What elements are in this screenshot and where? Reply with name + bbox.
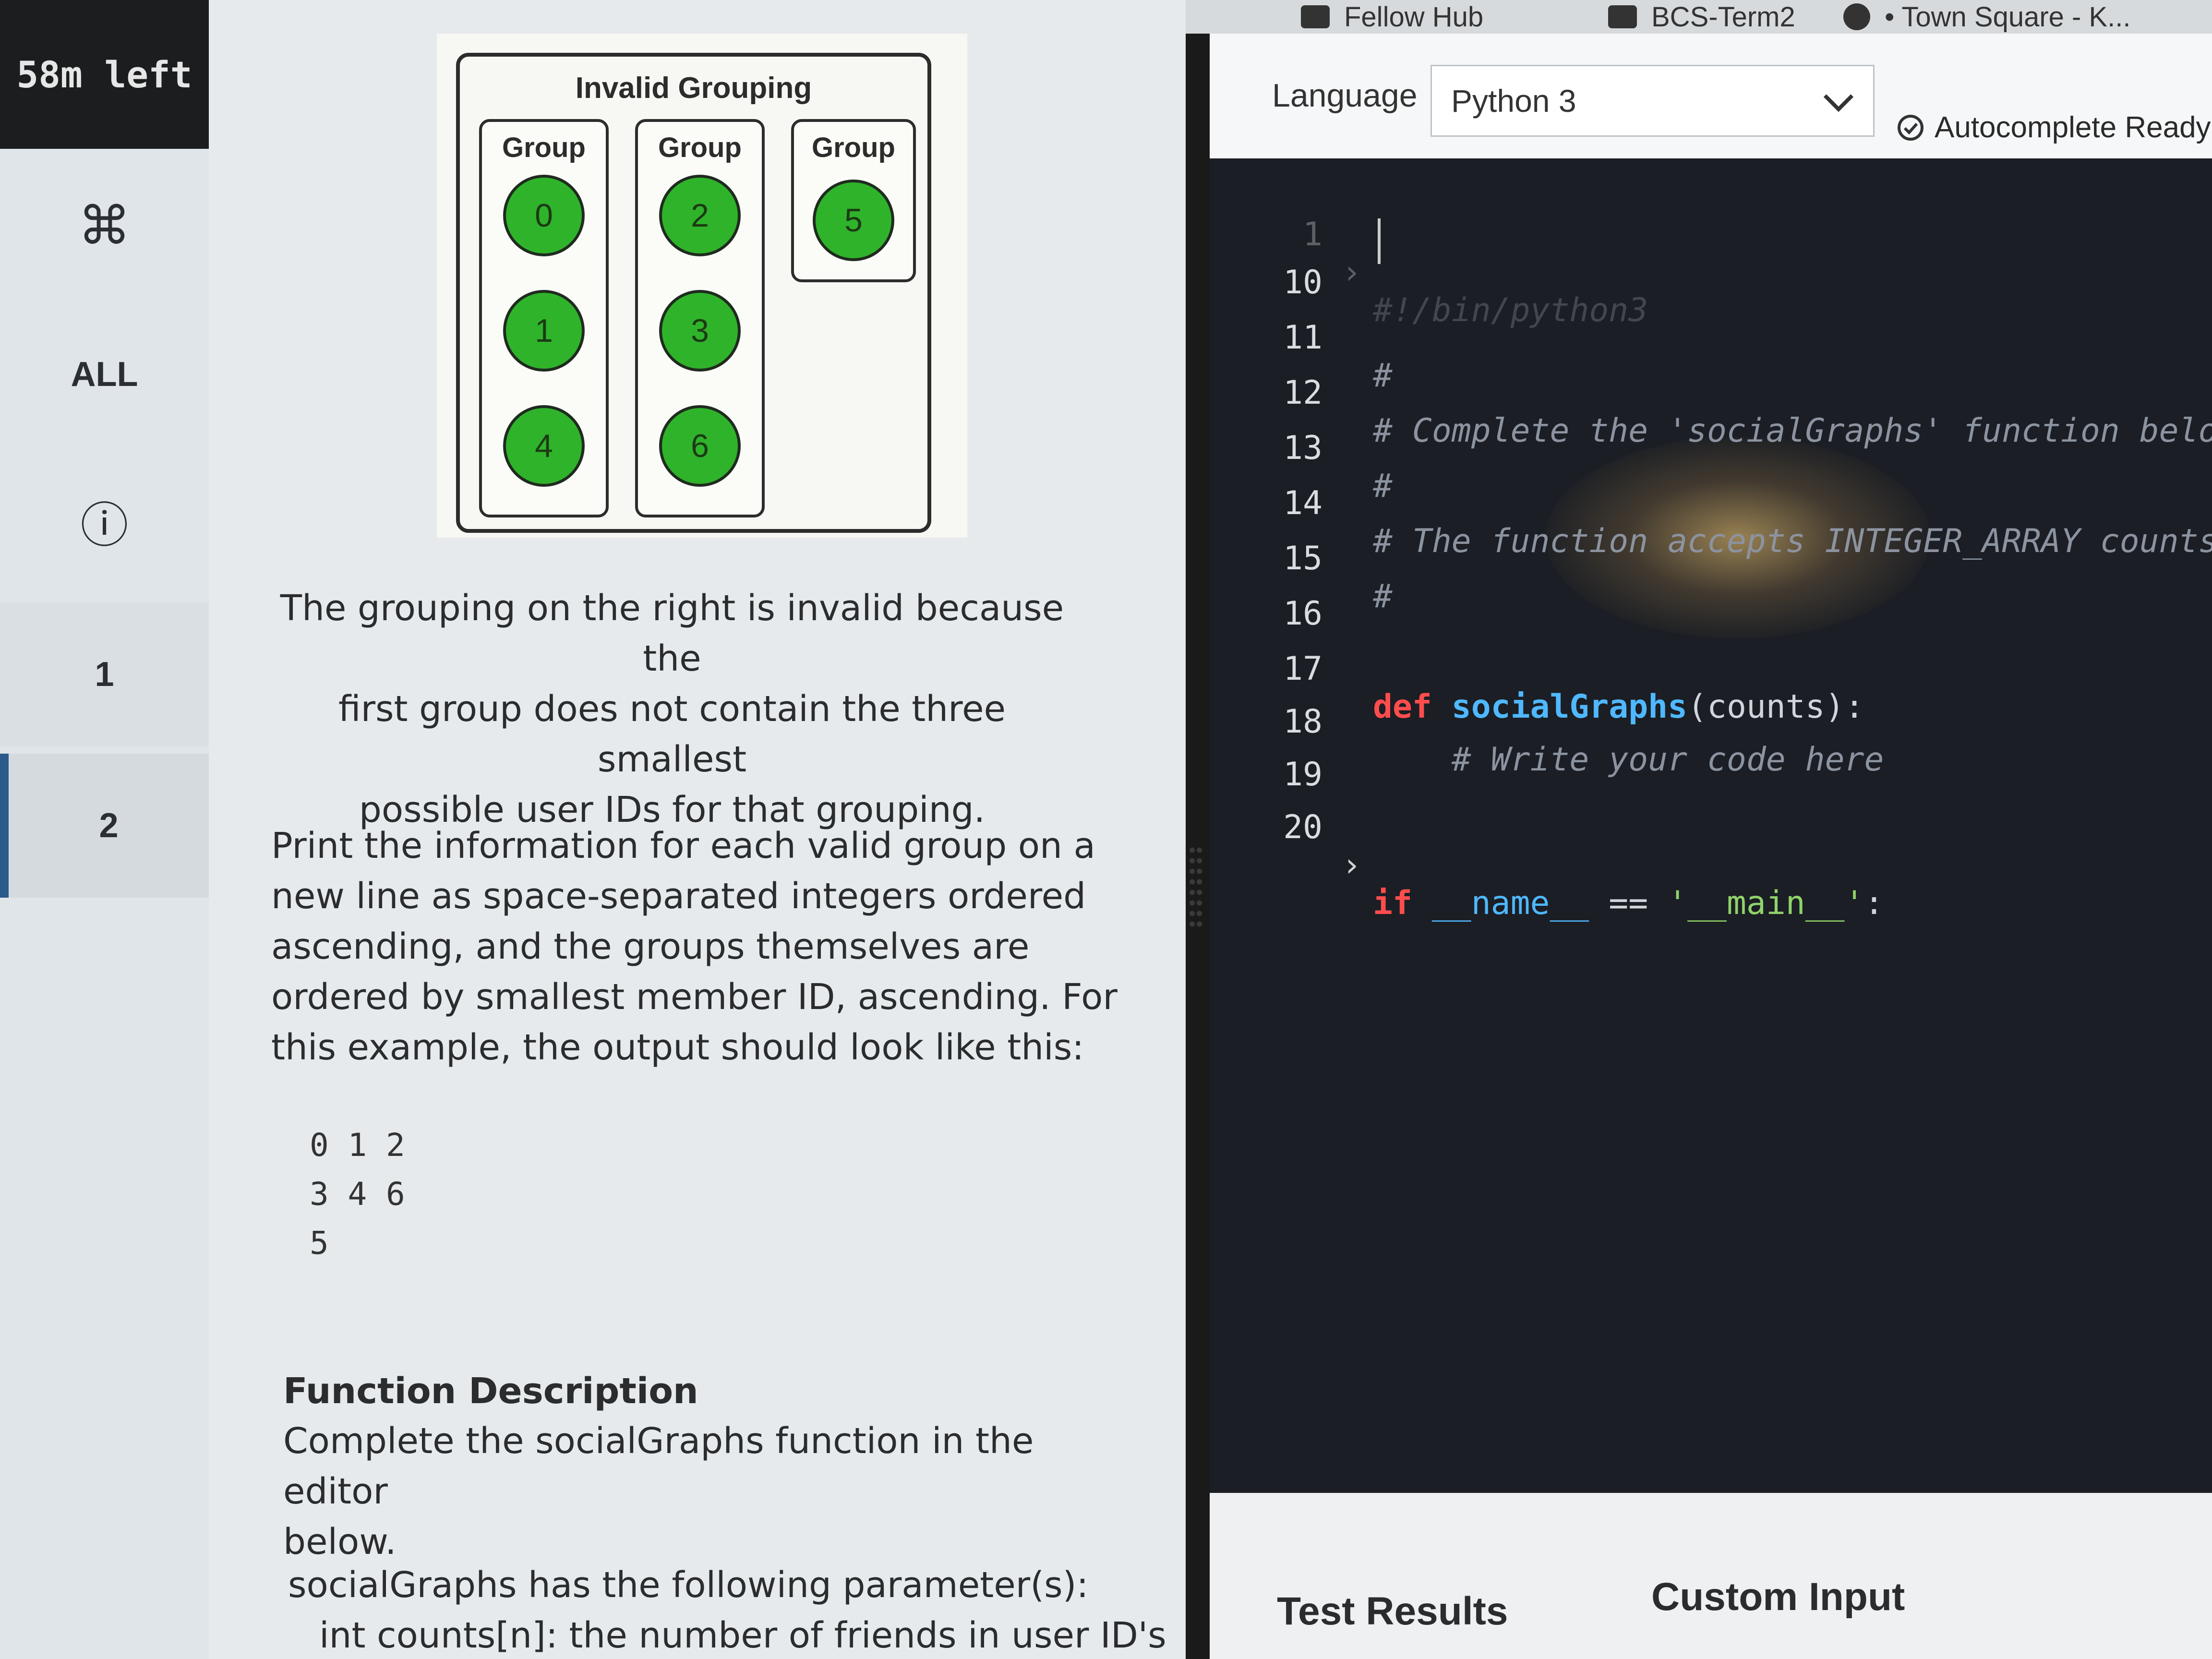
language-label: Language [1272, 77, 1418, 114]
user-node: 0 [503, 175, 585, 256]
user-node: 6 [659, 405, 741, 487]
text-line: The grouping on the right is invalid bec… [280, 588, 1064, 679]
function-description: Complete the socialGraphs function in th… [283, 1416, 1147, 1567]
sidebar-item-label: 2 [99, 806, 119, 845]
group-label: Group [502, 132, 586, 163]
code-line: 11 # [1210, 281, 2212, 395]
code-editor[interactable]: 1 › #!/bin/python3 10 11 # 12 # Complete… [1210, 158, 2212, 1493]
code-line: 12 # Complete the 'socialGraphs' functio… [1210, 336, 2212, 450]
command-icon: ⌘ [78, 196, 131, 255]
folder-icon [1608, 5, 1637, 28]
sidebar-item-label: 1 [95, 655, 114, 694]
code-line: 15 # [1210, 502, 2212, 615]
code-line: 16 [1210, 557, 2212, 633]
group-box: Group 5 [791, 119, 916, 282]
text-line: ordered by smallest member ID, ascending… [271, 976, 1118, 1018]
globe-icon [1843, 3, 1870, 30]
text-line: ascending, and the groups themselves are [271, 926, 1030, 967]
code-line: 17 def socialGraphs(counts): [1210, 612, 2212, 726]
sidebar-item-question-2[interactable]: 2 [0, 754, 209, 898]
user-node: 3 [659, 290, 741, 372]
code-line: 14 # The function accepts INTEGER_ARRAY … [1210, 446, 2212, 560]
sidebar-item-label: ALL [71, 355, 138, 394]
parameter-counts: int counts[n]: the number of friends in … [319, 1615, 1166, 1656]
code-line: 1 › #!/bin/python3 [1210, 178, 2212, 329]
sidebar-item-info[interactable]: ⓘ [0, 449, 209, 593]
operator: == [1589, 884, 1668, 922]
keyword-if: if [1373, 884, 1412, 922]
tab-custom-input[interactable]: Custom Input [1651, 1575, 1905, 1620]
sidebar-item-all[interactable]: ALL [0, 302, 209, 446]
language-select[interactable]: Python 3 [1431, 65, 1875, 137]
autocomplete-label: Autocomplete Ready [1935, 111, 2211, 144]
sidebar: 58m left ⌘ ALL ⓘ 1 2 [0, 0, 210, 1659]
figure-frame: Invalid Grouping Group 0 1 4 Group 2 3 6… [456, 53, 931, 533]
bookmark-label: • Town Square - K... [1885, 1, 2131, 33]
code-line: 18 # Write your code here [1210, 665, 2212, 779]
code-line: 13 # [1210, 391, 2212, 505]
tab-test-results[interactable]: Test Results [1277, 1589, 1508, 1634]
string-literal: '__main__' [1668, 884, 1864, 922]
group-box: Group 0 1 4 [479, 119, 609, 517]
sidebar-item-question-1[interactable]: 1 [0, 602, 209, 746]
text-line: this example, the output should look lik… [271, 1027, 1084, 1068]
editor-toolbar: Language Python 3 Autocomplete Ready [1210, 34, 2212, 158]
figure-title: Invalid Grouping [575, 72, 812, 105]
check-circle-icon [1898, 114, 1923, 141]
bookmarks-bar: Fellow Hub BCS-Term2 • Town Square - K..… [1186, 0, 2212, 34]
sample-output: 0 1 2 3 4 6 5 [310, 1127, 405, 1262]
problem-panel: Invalid Grouping Group 0 1 4 Group 2 3 6… [209, 0, 1186, 1659]
parameters-heading: socialGraphs has the following parameter… [288, 1564, 1089, 1606]
code-line: 20 › if __name__ == '__main__': [1210, 770, 2212, 922]
text-cursor [1378, 218, 1381, 264]
grouping-figure: Invalid Grouping Group 0 1 4 Group 2 3 6… [437, 34, 967, 538]
timer: 58m left [0, 0, 209, 149]
fold-arrow-icon[interactable]: › [1342, 846, 1361, 884]
group-label: Group [658, 132, 742, 163]
bookmark-label: Fellow Hub [1344, 1, 1484, 33]
explanation-text: The grouping on the right is invalid bec… [264, 583, 1080, 835]
bookmark-bcs-term2[interactable]: BCS-Term2 [1608, 0, 1795, 34]
language-value: Python 3 [1451, 83, 1576, 119]
print-instructions: Print the information for each valid gro… [271, 821, 1135, 1073]
info-icon: ⓘ [80, 498, 129, 553]
results-panel: Test Results Custom Input [1210, 1493, 2212, 1659]
bookmark-fellow-hub[interactable]: Fellow Hub [1301, 0, 1483, 34]
function-description-title: Function Description [283, 1370, 698, 1412]
line-number: 20 [1283, 808, 1322, 846]
text-line: Print the information for each valid gro… [271, 825, 1095, 866]
group-label: Group [812, 132, 895, 163]
code-text: if __name__ == '__main__': [1373, 884, 1884, 922]
colon: : [1864, 884, 1884, 922]
text-line: first group does not contain the three s… [338, 688, 1006, 780]
user-node: 2 [659, 175, 741, 256]
user-node: 1 [503, 290, 585, 372]
bookmark-town-square[interactable]: • Town Square - K... [1843, 0, 2130, 34]
code-line: 10 [1210, 226, 2212, 301]
sidebar-item-shortcuts[interactable]: ⌘ [0, 154, 209, 298]
text-line: Complete the socialGraphs function in th… [283, 1420, 1034, 1512]
text-line: new line as space-separated integers ord… [271, 876, 1086, 917]
bookmark-label: BCS-Term2 [1651, 1, 1795, 33]
folder-icon [1301, 5, 1330, 28]
code-line: 19 [1210, 718, 2212, 793]
user-node: 5 [813, 180, 894, 261]
user-node: 4 [503, 405, 585, 487]
dunder-name: __name__ [1431, 884, 1589, 922]
group-box: Group 2 3 6 [635, 119, 765, 517]
chevron-down-icon [1823, 82, 1854, 112]
autocomplete-status[interactable]: Autocomplete Ready [1896, 110, 2211, 144]
panel-resize-handle[interactable] [1189, 845, 1203, 931]
